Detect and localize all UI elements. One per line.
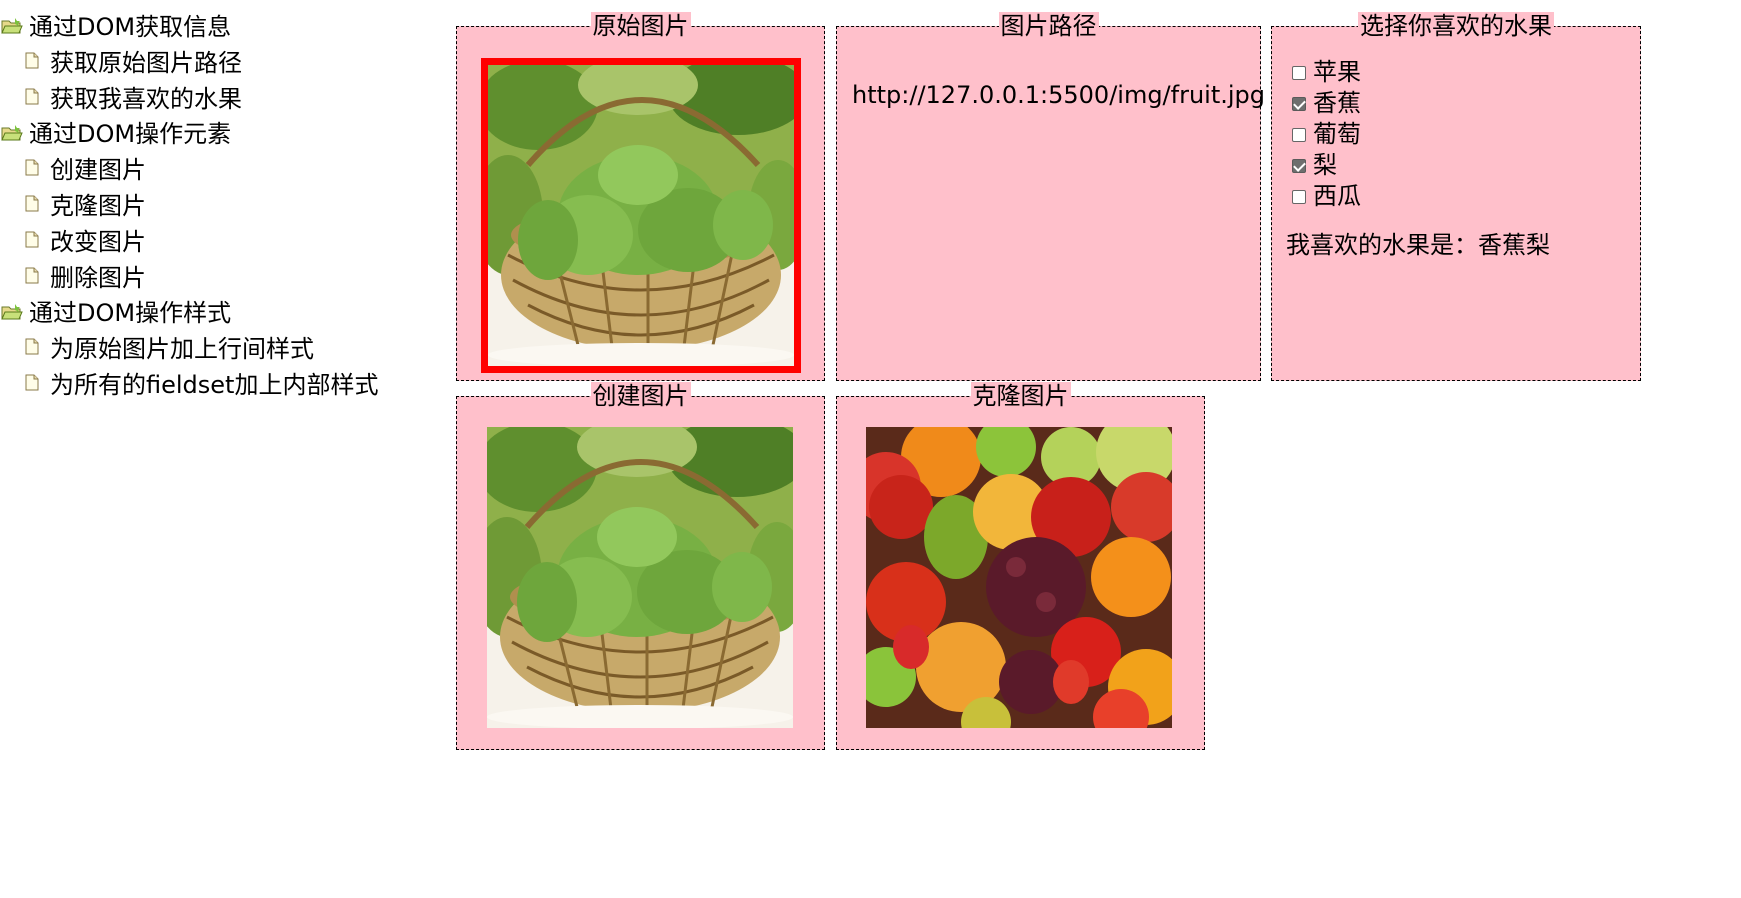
folder-open-icon	[1, 18, 23, 34]
page-icon	[25, 52, 39, 69]
checkbox-pear[interactable]	[1292, 158, 1306, 173]
fieldset-clone-image: 克隆图片	[836, 382, 1205, 750]
fieldset-legend: 选择你喜欢的水果	[1358, 12, 1554, 40]
fruit-label: 梨	[1313, 151, 1337, 179]
page-icon	[25, 338, 39, 355]
checkbox-watermelon[interactable]	[1292, 189, 1306, 204]
tree-group-label: 通过DOM操作样式	[29, 299, 232, 327]
grape-basket-image-graphic	[488, 65, 794, 366]
tree-item-get-image-path[interactable]: 获取原始图片路径	[0, 45, 430, 81]
fieldset-legend: 图片路径	[998, 12, 1099, 40]
tree-item-clone-image[interactable]: 克隆图片	[0, 188, 430, 224]
fieldset-original-image: 原始图片	[456, 12, 825, 381]
folder-open-icon	[1, 125, 23, 141]
tree-group-label: 通过DOM获取信息	[29, 13, 232, 41]
image-path-text: http://127.0.0.1:5500/img/fruit.jpg	[852, 81, 1266, 109]
page-icon	[25, 374, 39, 391]
fieldset-legend: 克隆图片	[970, 382, 1071, 410]
tree-item-label: 克隆图片	[50, 192, 146, 220]
checkbox-apple[interactable]	[1292, 65, 1306, 80]
checkbox-banana[interactable]	[1292, 96, 1306, 111]
tree-item-label: 获取原始图片路径	[50, 49, 242, 77]
fruit-option-banana: 香蕉	[1292, 88, 1361, 119]
fruit-option-pear: 梨	[1292, 150, 1361, 181]
tree-item-label: 删除图片	[50, 264, 146, 292]
fruit-option-apple: 苹果	[1292, 57, 1361, 88]
tree-group-get-info[interactable]: 通过DOM获取信息	[0, 10, 430, 45]
folder-open-icon	[1, 304, 23, 320]
tree-item-fieldset-style[interactable]: 为所有的fieldset加上内部样式	[0, 367, 430, 403]
page-icon	[25, 231, 39, 248]
page-icon	[25, 159, 39, 176]
tree-item-get-favorite-fruit[interactable]: 获取我喜欢的水果	[0, 81, 430, 117]
tree-group-label: 通过DOM操作元素	[29, 120, 232, 148]
page-icon	[25, 88, 39, 105]
tree-item-label: 为原始图片加上行间样式	[50, 335, 314, 363]
grape-basket-image-graphic	[487, 427, 793, 728]
page-icon	[25, 267, 39, 284]
tree-item-label: 改变图片	[50, 228, 146, 256]
page-icon	[25, 195, 39, 212]
nav-tree: 通过DOM获取信息 获取原始图片路径 获取我喜欢的水果 通过DOM操作元素 创建…	[0, 10, 430, 403]
grape-basket-image	[481, 58, 801, 373]
fruit-checkbox-list: 苹果 香蕉 葡萄 梨 西瓜	[1292, 57, 1361, 212]
fieldset-create-image: 创建图片	[456, 382, 825, 750]
fruit-option-watermelon: 西瓜	[1292, 181, 1361, 212]
fruit-label: 香蕉	[1313, 89, 1361, 117]
fruit-label: 西瓜	[1313, 182, 1361, 210]
tree-item-label: 为所有的fieldset加上内部样式	[50, 371, 379, 399]
tree-item-change-image[interactable]: 改变图片	[0, 224, 430, 260]
mixed-fruit-image	[866, 427, 1172, 728]
favorite-fruit-result: 我喜欢的水果是：香蕉梨	[1286, 231, 1550, 259]
checkbox-grape[interactable]	[1292, 127, 1306, 142]
mixed-fruit-image-graphic	[866, 427, 1172, 728]
fieldset-legend: 原始图片	[590, 12, 691, 40]
tree-item-delete-image[interactable]: 删除图片	[0, 260, 430, 296]
tree-item-inline-style[interactable]: 为原始图片加上行间样式	[0, 331, 430, 367]
tree-group-operate-elements[interactable]: 通过DOM操作元素	[0, 117, 430, 152]
fruit-label: 葡萄	[1313, 120, 1361, 148]
tree-item-label: 获取我喜欢的水果	[50, 85, 242, 113]
fieldset-image-path: 图片路径 http://127.0.0.1:5500/img/fruit.jpg	[836, 12, 1265, 381]
tree-item-label: 创建图片	[50, 156, 146, 184]
tree-item-create-image[interactable]: 创建图片	[0, 152, 430, 188]
fruit-option-grape: 葡萄	[1292, 119, 1361, 150]
tree-group-operate-styles[interactable]: 通过DOM操作样式	[0, 296, 430, 331]
fieldset-favorite-fruit: 选择你喜欢的水果 苹果 香蕉 葡萄 梨 西瓜 我喜欢的水果是：香蕉梨	[1271, 12, 1641, 381]
grape-basket-image	[487, 427, 793, 728]
fieldset-legend: 创建图片	[590, 382, 691, 410]
fruit-label: 苹果	[1313, 58, 1361, 86]
